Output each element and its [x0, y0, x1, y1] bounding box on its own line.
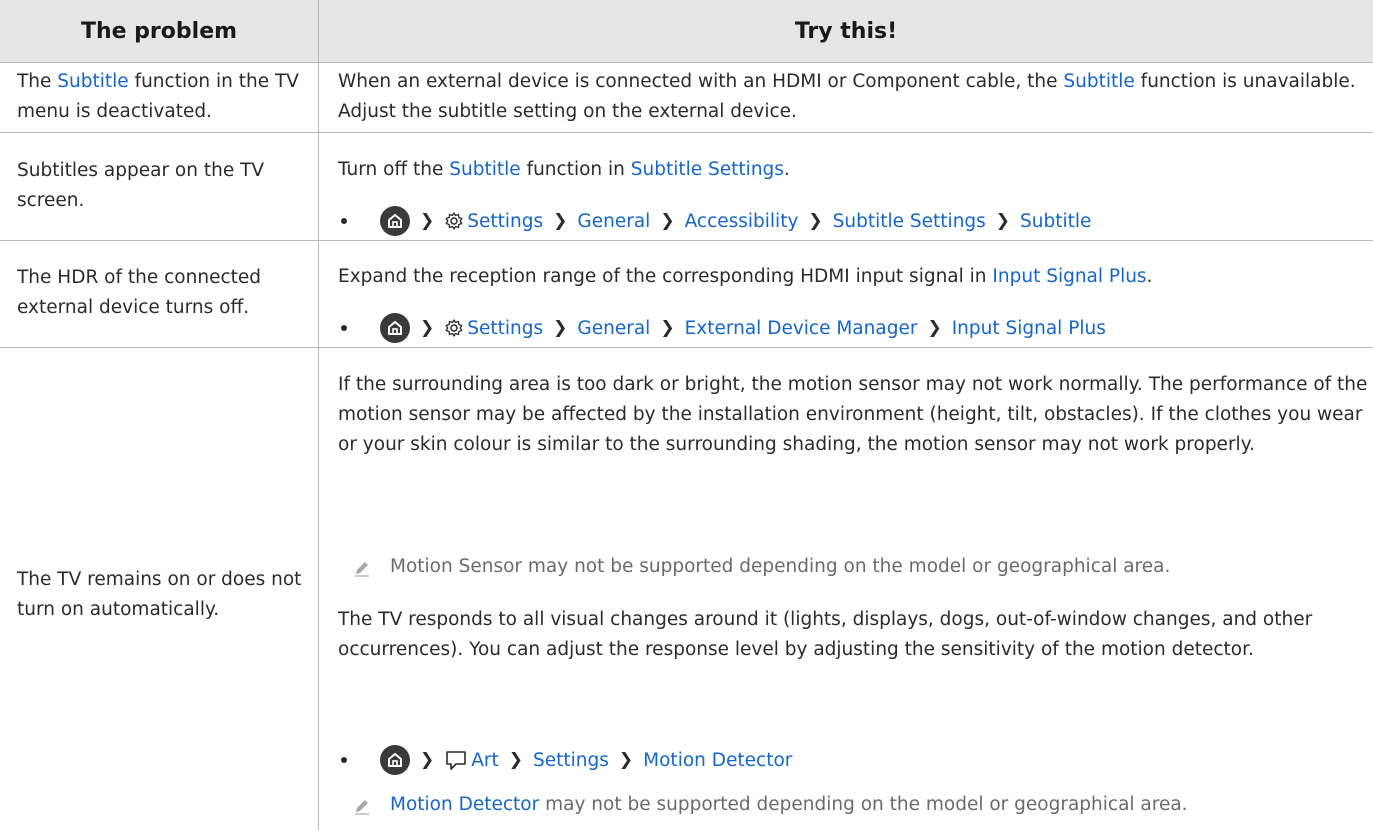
path-art[interactable]: Art [471, 750, 499, 771]
note-text: Motion Detector may not be supported dep… [390, 794, 1188, 815]
path-subtitle-settings[interactable]: Subtitle Settings [833, 211, 986, 232]
input-signal-plus-link[interactable]: Input Signal Plus [992, 266, 1146, 287]
path-motion-detector[interactable]: Motion Detector [643, 750, 792, 771]
path-settings[interactable]: Settings [467, 211, 543, 232]
chevron-right-icon: ❯ [660, 211, 675, 231]
chevron-right-icon: ❯ [995, 211, 1011, 231]
menu-path: ❯ Art ❯ Settings ❯ Motion Detector [380, 745, 792, 775]
menu-path: ❯ Settings ❯ General ❯ Accessibility ❯ S… [380, 206, 1091, 236]
menu-path: ❯ Settings ❯ General ❯ External Device M… [380, 313, 1106, 343]
problem-text: The Subtitle function in the TV menu is … [17, 71, 299, 122]
solution-text: Expand the reception range of the corres… [338, 266, 1153, 287]
header-try-this: Try this! [794, 18, 898, 44]
row-divider [0, 132, 1373, 133]
path-accessibility[interactable]: Accessibility [685, 211, 799, 232]
pencil-icon [355, 800, 369, 815]
chevron-right-icon: ❯ [420, 750, 435, 770]
table-header: The problem Try this! [0, 0, 1373, 63]
solution-paragraph: The TV responds to all visual changes ar… [338, 609, 1313, 660]
gear-icon [445, 212, 463, 230]
problem-text: The TV remains on or does not turn on au… [17, 569, 302, 620]
solution-paragraph: If the surrounding area is too dark or b… [338, 374, 1368, 455]
bullet [341, 218, 347, 224]
path-settings[interactable]: Settings [467, 318, 543, 339]
subtitle-link[interactable]: Subtitle [57, 71, 128, 92]
note: Motion Sensor may not be supported depen… [352, 552, 1372, 582]
chevron-right-icon: ❯ [508, 750, 524, 770]
header-problem: The problem [80, 18, 238, 44]
path-subtitle[interactable]: Subtitle [1020, 211, 1091, 232]
subtitle-link[interactable]: Subtitle [449, 159, 520, 180]
home-icon [380, 206, 410, 236]
subtitle-link[interactable]: Subtitle [1063, 71, 1134, 92]
note-text: Motion Sensor may not be supported depen… [390, 556, 1171, 577]
path-general[interactable]: General [577, 318, 650, 339]
problem-text: Subtitles appear on the TV screen. [17, 160, 265, 211]
chevron-right-icon: ❯ [618, 750, 634, 770]
chevron-right-icon: ❯ [420, 318, 435, 338]
path-input-signal-plus[interactable]: Input Signal Plus [952, 318, 1106, 339]
home-icon [380, 313, 410, 343]
chevron-right-icon: ❯ [553, 211, 568, 231]
problem-text: The HDR of the connected external device… [17, 267, 262, 318]
note: Motion Detector may not be supported dep… [352, 790, 1372, 820]
column-divider [318, 0, 319, 830]
chevron-right-icon: ❯ [927, 318, 942, 338]
chevron-right-icon: ❯ [420, 211, 435, 231]
motion-detector-link[interactable]: Motion Detector [390, 794, 539, 815]
path-settings[interactable]: Settings [533, 750, 609, 771]
solution-text: Turn off the Subtitle function in Subtit… [338, 159, 790, 180]
chevron-right-icon: ❯ [808, 211, 823, 231]
troubleshooting-table: The problem Try this! The Subtitle funct… [0, 0, 1373, 830]
bullet [341, 757, 347, 763]
path-general[interactable]: General [577, 211, 650, 232]
home-icon [380, 745, 410, 775]
row-divider [0, 347, 1373, 348]
solution-text: When an external device is connected wit… [338, 71, 1356, 122]
art-icon [446, 751, 467, 770]
chevron-right-icon: ❯ [660, 318, 675, 338]
pencil-icon [355, 562, 369, 577]
gear-icon [445, 319, 463, 337]
bullet [341, 325, 347, 331]
row-divider [0, 240, 1373, 241]
subtitle-settings-link[interactable]: Subtitle Settings [631, 159, 784, 180]
chevron-right-icon: ❯ [553, 318, 568, 338]
path-external-device-manager[interactable]: External Device Manager [685, 318, 918, 339]
